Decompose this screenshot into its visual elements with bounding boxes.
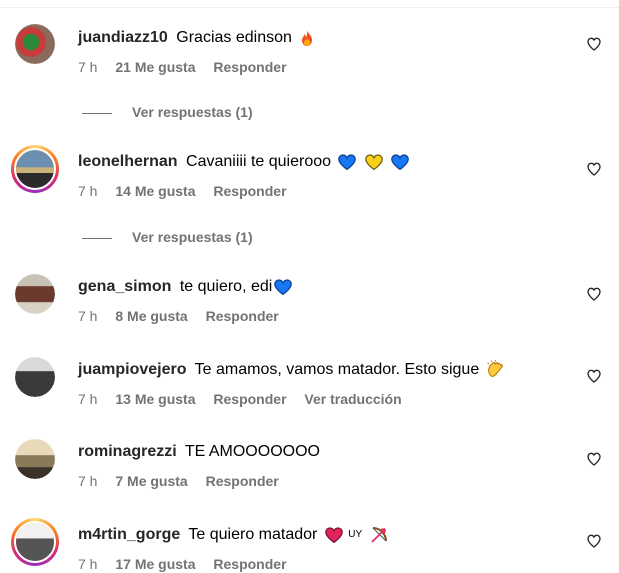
avatar[interactable] xyxy=(15,439,55,479)
inline-uy-text: UY xyxy=(348,529,363,540)
replies-dash xyxy=(82,112,112,114)
comment-likes[interactable]: 21 Me gusta xyxy=(115,59,195,75)
comment-text: TE AMOOOOOOO xyxy=(184,443,320,460)
comment-text: Te amamos, vamos matador. Esto sigue xyxy=(194,361,480,379)
replies-dash xyxy=(82,237,112,239)
comment-likes[interactable]: 14 Me gusta xyxy=(115,183,195,199)
clapping-hands-icon xyxy=(486,360,503,378)
yellow-heart-icon xyxy=(365,154,383,170)
view-replies-button[interactable]: Ver respuestas (1) xyxy=(82,104,253,120)
comment-likes[interactable]: 7 Me gusta xyxy=(115,473,187,489)
reply-button[interactable]: Responder xyxy=(213,391,286,407)
comment-username[interactable]: gena_simon xyxy=(78,278,171,295)
view-replies-label: Ver respuestas (1) xyxy=(132,104,253,120)
like-heart-icon[interactable] xyxy=(586,451,602,467)
reply-button[interactable]: Responder xyxy=(206,308,279,324)
red-heart-icon xyxy=(325,527,343,544)
comment-time[interactable]: 7 h xyxy=(78,59,97,75)
blue-heart-icon xyxy=(338,154,357,170)
view-replies-button[interactable]: Ver respuestas (1) xyxy=(82,229,253,245)
reply-button[interactable]: Responder xyxy=(213,183,286,199)
like-heart-icon[interactable] xyxy=(586,533,602,549)
like-heart-icon[interactable] xyxy=(586,286,602,302)
comment-time[interactable]: 7 h xyxy=(78,556,97,572)
comment-time[interactable]: 7 h xyxy=(78,391,97,407)
reply-button[interactable]: Responder xyxy=(206,473,279,489)
reply-button[interactable]: Responder xyxy=(213,59,286,75)
like-heart-icon[interactable] xyxy=(586,36,602,52)
top-divider xyxy=(0,7,619,8)
avatar[interactable] xyxy=(15,24,55,64)
comment-username[interactable]: m4rtin_gorge xyxy=(78,526,180,543)
translate-button[interactable]: Ver traducción xyxy=(304,391,401,407)
comment-username[interactable]: juampiovejero xyxy=(78,361,186,378)
comment-likes[interactable]: 17 Me gusta xyxy=(115,556,195,572)
comment-likes[interactable]: 8 Me gusta xyxy=(115,308,187,324)
comment-time[interactable]: 7 h xyxy=(78,473,97,489)
view-replies-label: Ver respuestas (1) xyxy=(132,229,253,245)
comment-text: Gracias edinson xyxy=(176,29,292,46)
comment-time[interactable]: 7 h xyxy=(78,183,97,199)
avatar-story-ring[interactable] xyxy=(11,145,59,193)
comment-username[interactable]: rominagrezzi xyxy=(78,443,177,460)
like-heart-icon[interactable] xyxy=(586,161,602,177)
comment-likes[interactable]: 13 Me gusta xyxy=(115,391,195,407)
avatar[interactable] xyxy=(15,274,55,314)
blue-heart-icon xyxy=(273,279,292,295)
bow-and-arrow-icon xyxy=(371,527,387,543)
comment-text: Te quiero matador xyxy=(188,526,318,544)
comment-text: Cavaniiii te quierooo xyxy=(186,153,332,170)
like-heart-icon[interactable] xyxy=(586,368,602,384)
comment-text: te quiero, edi xyxy=(179,278,273,295)
fire-icon xyxy=(302,29,313,46)
reply-button[interactable]: Responder xyxy=(213,556,286,572)
comment-username[interactable]: leonelhernan xyxy=(78,153,178,170)
avatar-story-ring[interactable] xyxy=(11,518,59,566)
avatar[interactable] xyxy=(15,357,55,397)
comment-username[interactable]: juandiazz10 xyxy=(78,29,168,46)
comment-time[interactable]: 7 h xyxy=(78,308,97,324)
blue-heart-icon xyxy=(391,154,410,170)
